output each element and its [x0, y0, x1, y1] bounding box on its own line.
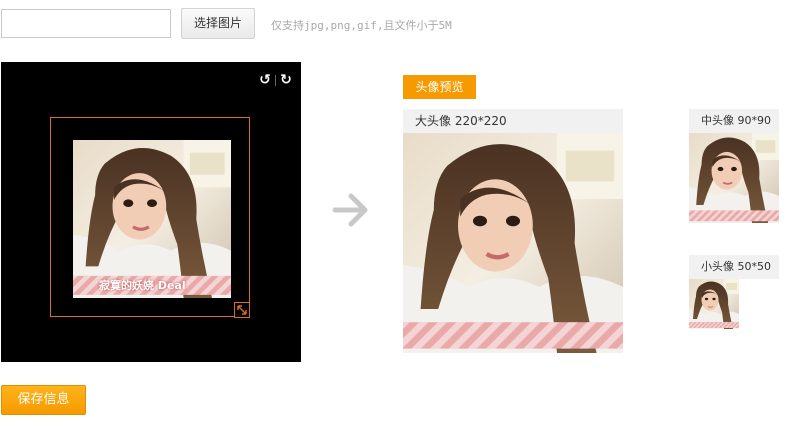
medium-avatar-label: 中头像 90*90 [689, 109, 779, 133]
rotate-left-icon[interactable]: ↺ [258, 73, 272, 87]
big-avatar-preview [403, 133, 623, 353]
big-avatar-label: 大头像 220*220 [403, 109, 623, 133]
preview-title: 头像预览 [403, 75, 476, 99]
upload-hint: 仅支持jpg,png,gif,且文件小于5M [271, 19, 452, 32]
medium-avatar-preview [689, 133, 779, 223]
image-editor: ↺ ↻ 寂寞的妖娆 Deal [1, 62, 301, 362]
save-button[interactable]: 保存信息 [1, 385, 86, 415]
small-avatar-label: 小头像 50*50 [689, 255, 779, 279]
file-path-input[interactable] [1, 9, 171, 38]
small-avatar-preview [689, 279, 739, 329]
rotate-right-icon[interactable]: ↻ [279, 73, 293, 87]
photo-watermark: 寂寞的妖娆 Deal [99, 279, 186, 292]
choose-image-button[interactable]: 选择图片 [181, 8, 255, 39]
rotate-divider [275, 75, 276, 86]
resize-handle-icon[interactable] [234, 302, 250, 318]
arrow-right-icon [331, 190, 371, 230]
source-photo[interactable]: 寂寞的妖娆 Deal [73, 140, 231, 298]
